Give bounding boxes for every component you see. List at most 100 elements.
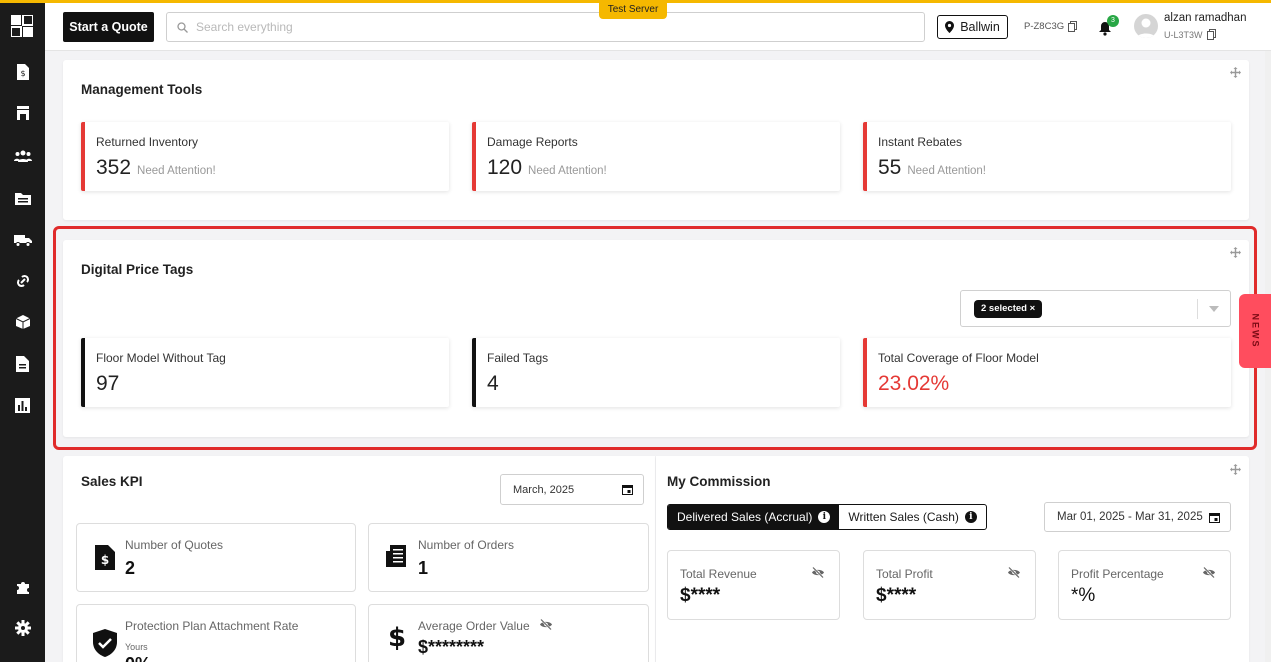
location-pin-icon: [945, 21, 955, 33]
chevron-down-icon[interactable]: [1209, 306, 1219, 312]
news-tab-label: NEWS: [1250, 313, 1260, 349]
search-input[interactable]: [196, 20, 896, 34]
damage-reports-card[interactable]: Damage Reports 120 Need Attention!: [472, 122, 840, 191]
chip-remove-icon[interactable]: ×: [1030, 303, 1036, 314]
calendar-icon: [622, 485, 633, 495]
tab-written-sales[interactable]: Written Sales (Cash) i: [839, 505, 985, 529]
sidebar-item-integrations[interactable]: [0, 268, 45, 294]
kpi-value: $********: [418, 637, 485, 657]
total-coverage-card[interactable]: Total Coverage of Floor Model 23.02%: [863, 338, 1231, 407]
link-icon: [16, 274, 29, 288]
card-label: Damage Reports: [487, 135, 578, 149]
number-of-orders-card[interactable]: Number of Orders 1: [368, 523, 649, 592]
news-side-tab[interactable]: NEWS: [1239, 294, 1271, 368]
eye-slash-icon[interactable]: [1007, 567, 1021, 578]
sidebar-item-delivery[interactable]: [0, 227, 45, 253]
puzzle-icon: [16, 582, 29, 594]
number-of-quotes-card[interactable]: $ Number of Quotes 2: [76, 523, 356, 592]
card-label: Returned Inventory: [96, 135, 199, 149]
commission-date-range-picker[interactable]: Mar 01, 2025 - Mar 31, 2025: [1044, 502, 1231, 532]
card-label: Total Coverage of Floor Model: [878, 351, 1039, 365]
digital-price-tags-title: Digital Price Tags: [81, 262, 194, 277]
card-value: 23.02%: [878, 372, 950, 395]
move-icon[interactable]: [1230, 464, 1241, 475]
management-tools-panel: Management Tools Returned Inventory 352 N…: [63, 60, 1249, 220]
avatar[interactable]: [1134, 14, 1158, 38]
kpi-value: 2: [125, 558, 136, 578]
card-note: Need Attention!: [907, 165, 987, 177]
document-icon: [16, 356, 29, 372]
p-code-text: P-Z8C3G: [1024, 21, 1065, 32]
eye-slash-icon[interactable]: [811, 567, 825, 578]
gear-icon: [14, 620, 31, 636]
sidebar-item-inventory[interactable]: [0, 309, 45, 335]
bar-chart-icon: [15, 397, 30, 413]
info-icon[interactable]: i: [964, 511, 977, 523]
profit-percentage-card[interactable]: Profit Percentage *%: [1058, 550, 1231, 620]
user-name[interactable]: alzan ramadhan: [1164, 12, 1246, 24]
eye-slash-icon[interactable]: [539, 619, 553, 630]
kpi-label: Average Order Value: [418, 619, 530, 633]
returned-inventory-card[interactable]: Returned Inventory 352 Need Attention!: [81, 122, 449, 191]
sidebar-item-quotes[interactable]: $: [0, 59, 45, 85]
kpi-label: Number of Quotes: [125, 538, 224, 552]
copy-icon[interactable]: [1206, 29, 1216, 40]
user-avatar-icon: [1137, 18, 1155, 38]
failed-tags-card[interactable]: Failed Tags 4: [472, 338, 840, 407]
commission-value: $****: [680, 585, 721, 606]
commission-label: Profit Percentage: [1071, 567, 1164, 581]
start-quote-button[interactable]: Start a Quote: [63, 12, 154, 42]
selected-chip[interactable]: 2 selected ×: [974, 300, 1043, 318]
management-tools-title: Management Tools: [81, 82, 203, 97]
total-revenue-card[interactable]: Total Revenue $****: [667, 550, 840, 620]
kpi-label: Number of Orders: [418, 538, 515, 552]
floor-model-without-tag-card[interactable]: Floor Model Without Tag 97: [81, 338, 449, 407]
sidebar-item-extensions[interactable]: [0, 575, 45, 601]
dollar-icon: $: [388, 623, 407, 653]
search-bar[interactable]: [166, 12, 925, 42]
protection-plan-rate-card[interactable]: Protection Plan Attachment Rate Yours 0%: [76, 604, 356, 662]
p-code: P-Z8C3G: [1024, 21, 1078, 32]
sales-kpi-title: Sales KPI: [81, 474, 143, 489]
sidebar-item-reports[interactable]: [0, 392, 45, 418]
card-value: 352 Need Attention!: [96, 156, 216, 179]
notification-count-badge: 3: [1107, 15, 1119, 27]
copy-icon[interactable]: [1068, 21, 1078, 32]
move-icon[interactable]: [1230, 67, 1241, 78]
date-range-value: Mar 01, 2025 - Mar 31, 2025: [1057, 511, 1203, 523]
card-label: Instant Rebates: [878, 135, 963, 149]
card-note: Need Attention!: [528, 165, 607, 177]
svg-text:$: $: [20, 69, 25, 78]
sidebar-item-users[interactable]: [0, 143, 45, 169]
sidebar-item-files[interactable]: [0, 185, 45, 211]
instant-rebates-card[interactable]: Instant Rebates 55 Need Attention!: [863, 122, 1231, 191]
card-value: 97: [96, 372, 120, 395]
select-divider: [1197, 299, 1198, 319]
kpi-value: 1: [418, 558, 429, 578]
total-profit-card[interactable]: Total Profit $****: [863, 550, 1036, 620]
sidebar: $: [0, 0, 45, 662]
sidebar-item-store[interactable]: [0, 100, 45, 126]
info-icon[interactable]: i: [818, 511, 831, 523]
sales-type-toggle[interactable]: Delivered Sales (Accrual) i Written Sales…: [667, 504, 987, 530]
card-value: 4: [487, 372, 499, 395]
top-header: Start a Quote Test Server Ballwin P-Z8C3…: [45, 0, 1271, 51]
average-order-value-card[interactable]: $ Average Order Value $********: [368, 604, 649, 662]
app-logo[interactable]: [11, 15, 33, 37]
sidebar-item-settings[interactable]: [0, 615, 45, 641]
card-value: 55 Need Attention!: [878, 156, 987, 179]
kpi-value: 0%: [125, 654, 151, 662]
quote-document-icon: $: [95, 545, 115, 570]
sales-kpi-month-picker[interactable]: March, 2025: [500, 474, 644, 505]
eye-slash-icon[interactable]: [1202, 567, 1216, 578]
store-icon: [16, 106, 29, 120]
move-icon[interactable]: [1230, 247, 1241, 258]
location-selector[interactable]: Ballwin: [937, 15, 1008, 39]
user-code-text: U-L3T3W: [1164, 29, 1203, 40]
month-value: March, 2025: [513, 483, 575, 496]
sidebar-item-documents[interactable]: [0, 351, 45, 377]
tab-delivered-sales[interactable]: Delivered Sales (Accrual) i: [668, 505, 840, 529]
store-multiselect[interactable]: 2 selected ×: [960, 290, 1231, 327]
notifications-button[interactable]: 3: [1098, 15, 1119, 39]
user-code: U-L3T3W: [1164, 29, 1216, 40]
